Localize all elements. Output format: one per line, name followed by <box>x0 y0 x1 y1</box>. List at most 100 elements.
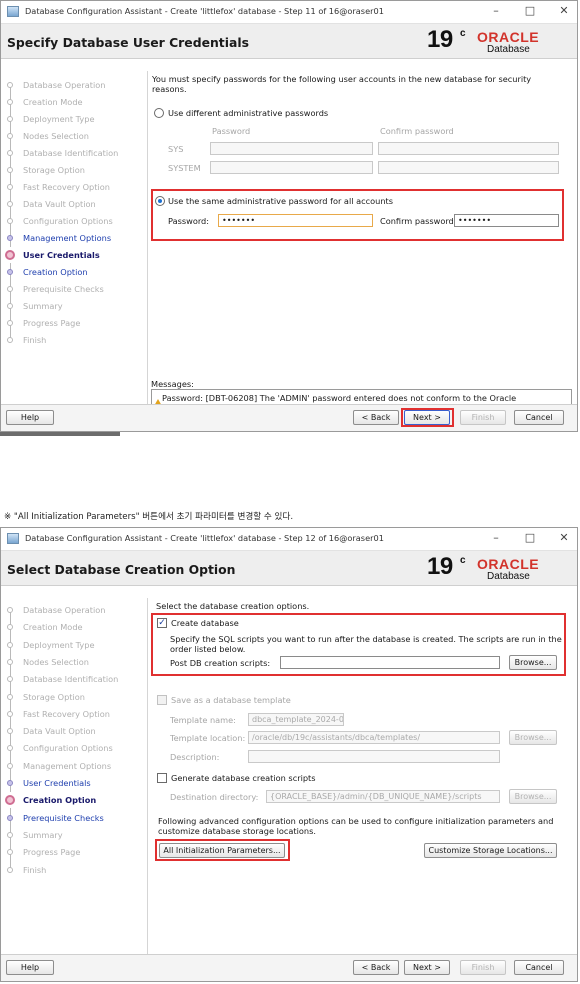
browse-scripts-button[interactable]: Browse... <box>509 655 557 670</box>
step-indicator-icon <box>7 693 13 700</box>
nav-item-fast-recovery-option: Fast Recovery Option <box>1 706 144 722</box>
use-same-radio[interactable] <box>155 196 165 206</box>
nav-item-finish: Finish <box>1 332 144 348</box>
nav-item-label: Data Vault Option <box>23 199 96 209</box>
step-indicator-icon <box>7 762 13 769</box>
template-location-input[interactable]: /oracle/db/19c/assistants/dbca/templates… <box>248 731 500 744</box>
use-same-label: Use the same administrative password for… <box>168 196 393 206</box>
step-indicator-icon <box>7 658 13 665</box>
nav-item-label: Configuration Options <box>23 743 113 754</box>
nav-item-data-vault-option: Data Vault Option <box>1 723 144 739</box>
finish-button[interactable]: Finish <box>460 410 506 425</box>
nav-item-label: Creation Option <box>23 267 88 277</box>
nav-item-storage-option: Storage Option <box>1 162 144 178</box>
step-navigation: Database Operation Creation Mode Deploymen… <box>1 602 146 902</box>
nav-item-label: Fast Recovery Option <box>23 708 110 719</box>
finish-button[interactable]: Finish <box>460 960 506 975</box>
sys-confirm-input[interactable] <box>378 142 559 155</box>
content-panel: You must specify passwords for the follo… <box>147 71 574 431</box>
minimize-icon[interactable]: – <box>487 4 505 17</box>
nav-item-label: Management Options <box>23 760 112 771</box>
nav-item-summary: Summary <box>1 298 144 314</box>
customize-storage-locations-button[interactable]: Customize Storage Locations... <box>424 843 557 858</box>
system-label: SYSTEM <box>168 163 201 173</box>
step-indicator-icon <box>7 99 13 105</box>
close-icon[interactable]: ✕ <box>555 531 573 544</box>
nav-item-progress-page: Progress Page <box>1 315 144 331</box>
page-header: Specify Database User Credentials 19 c O… <box>1 24 577 59</box>
title-bar: Database Configuration Assistant - Creat… <box>1 1 577 24</box>
help-button[interactable]: Help <box>6 960 54 975</box>
save-template-checkbox[interactable] <box>157 695 167 705</box>
step-indicator-icon <box>7 201 13 207</box>
system-confirm-input[interactable] <box>378 161 559 174</box>
step-indicator-icon <box>7 780 13 786</box>
messages-label: Messages: <box>151 379 194 389</box>
nav-item-database-operation: Database Operation <box>1 602 144 618</box>
nav-item-label: Summary <box>23 301 63 311</box>
cancel-button[interactable]: Cancel <box>514 960 564 975</box>
next-button[interactable]: Next > <box>404 410 450 425</box>
sys-password-input[interactable] <box>210 142 373 155</box>
step-indicator-icon <box>7 849 13 856</box>
close-icon[interactable]: ✕ <box>555 4 573 17</box>
maximize-icon[interactable]: □ <box>521 531 539 544</box>
password-input[interactable]: ••••••• <box>218 214 373 227</box>
create-database-desc: Specify the SQL scripts you want to run … <box>170 634 562 654</box>
nav-item-label: Creation Mode <box>23 97 83 107</box>
app-icon <box>7 6 19 17</box>
nav-item-label: Finish <box>23 335 47 345</box>
next-button[interactable]: Next > <box>404 960 450 975</box>
nav-item-database-operation: Database Operation <box>1 77 144 93</box>
nav-item-prerequisite-checks[interactable]: Prerequisite Checks <box>1 810 144 826</box>
back-button[interactable]: < Back <box>353 960 399 975</box>
use-different-radio[interactable] <box>154 108 164 118</box>
browse-template-button[interactable]: Browse... <box>509 730 557 745</box>
nav-item-creation-option[interactable]: Creation Option <box>1 264 144 280</box>
system-password-input[interactable] <box>210 161 373 174</box>
nav-item-label: Nodes Selection <box>23 656 89 667</box>
nav-item-management-options[interactable]: Management Options <box>1 230 144 246</box>
step-indicator-icon <box>7 133 13 139</box>
step-indicator-icon <box>7 235 13 241</box>
page-header: Select Database Creation Option 19 c ORA… <box>1 551 577 586</box>
nav-item-label: Finish <box>23 864 47 875</box>
nav-item-user-credentials[interactable]: User Credentials <box>1 775 144 791</box>
nav-item-label: Nodes Selection <box>23 131 89 141</box>
cancel-button[interactable]: Cancel <box>514 410 564 425</box>
window-title: Database Configuration Assistant - Creat… <box>25 6 384 16</box>
description-input[interactable] <box>248 750 500 763</box>
all-initialization-parameters-button[interactable]: All Initialization Parameters... <box>159 843 285 858</box>
nav-item-label: Creation Option <box>23 795 97 806</box>
nav-item-creation-option: Creation Option <box>1 792 144 809</box>
page-title: Select Database Creation Option <box>7 562 236 577</box>
nav-item-prerequisite-checks: Prerequisite Checks <box>1 281 144 297</box>
generate-scripts-checkbox[interactable] <box>157 773 167 783</box>
destination-directory-input[interactable]: {ORACLE_BASE}/admin/{DB_UNIQUE_NAME}/scr… <box>266 790 500 803</box>
create-database-checkbox[interactable]: ✓ <box>157 618 167 628</box>
title-bar: Database Configuration Assistant - Creat… <box>1 528 577 551</box>
browse-destination-button[interactable]: Browse... <box>509 789 557 804</box>
password-column-header: Password <box>212 126 251 136</box>
step-indicator-icon <box>7 866 13 873</box>
step-indicator-icon <box>7 337 13 343</box>
step-indicator-icon <box>7 303 13 309</box>
nav-item-label: Prerequisite Checks <box>23 812 104 823</box>
nav-item-label: Deployment Type <box>23 114 95 124</box>
confirm-password-input[interactable]: ••••••• <box>454 214 559 227</box>
step-navigation: Database Operation Creation Mode Deploymen… <box>1 77 146 377</box>
post-db-scripts-input[interactable] <box>280 656 500 669</box>
step-indicator-icon <box>7 116 13 122</box>
step-indicator-icon <box>7 320 13 326</box>
nav-item-data-vault-option: Data Vault Option <box>1 196 144 212</box>
caption-text: ※ "All Initialization Parameters" 버튼에서 초… <box>4 512 294 522</box>
window-title: Database Configuration Assistant - Creat… <box>25 533 384 543</box>
nav-item-label: Deployment Type <box>23 639 95 650</box>
nav-item-configuration-options: Configuration Options <box>1 740 144 756</box>
maximize-icon[interactable]: □ <box>521 4 539 17</box>
minimize-icon[interactable]: – <box>487 531 505 544</box>
nav-item-label: Database Operation <box>23 605 106 615</box>
template-name-input[interactable]: dbca_template_2024-06-07_01-43- <box>248 713 344 726</box>
help-button[interactable]: Help <box>6 410 54 425</box>
back-button[interactable]: < Back <box>353 410 399 425</box>
